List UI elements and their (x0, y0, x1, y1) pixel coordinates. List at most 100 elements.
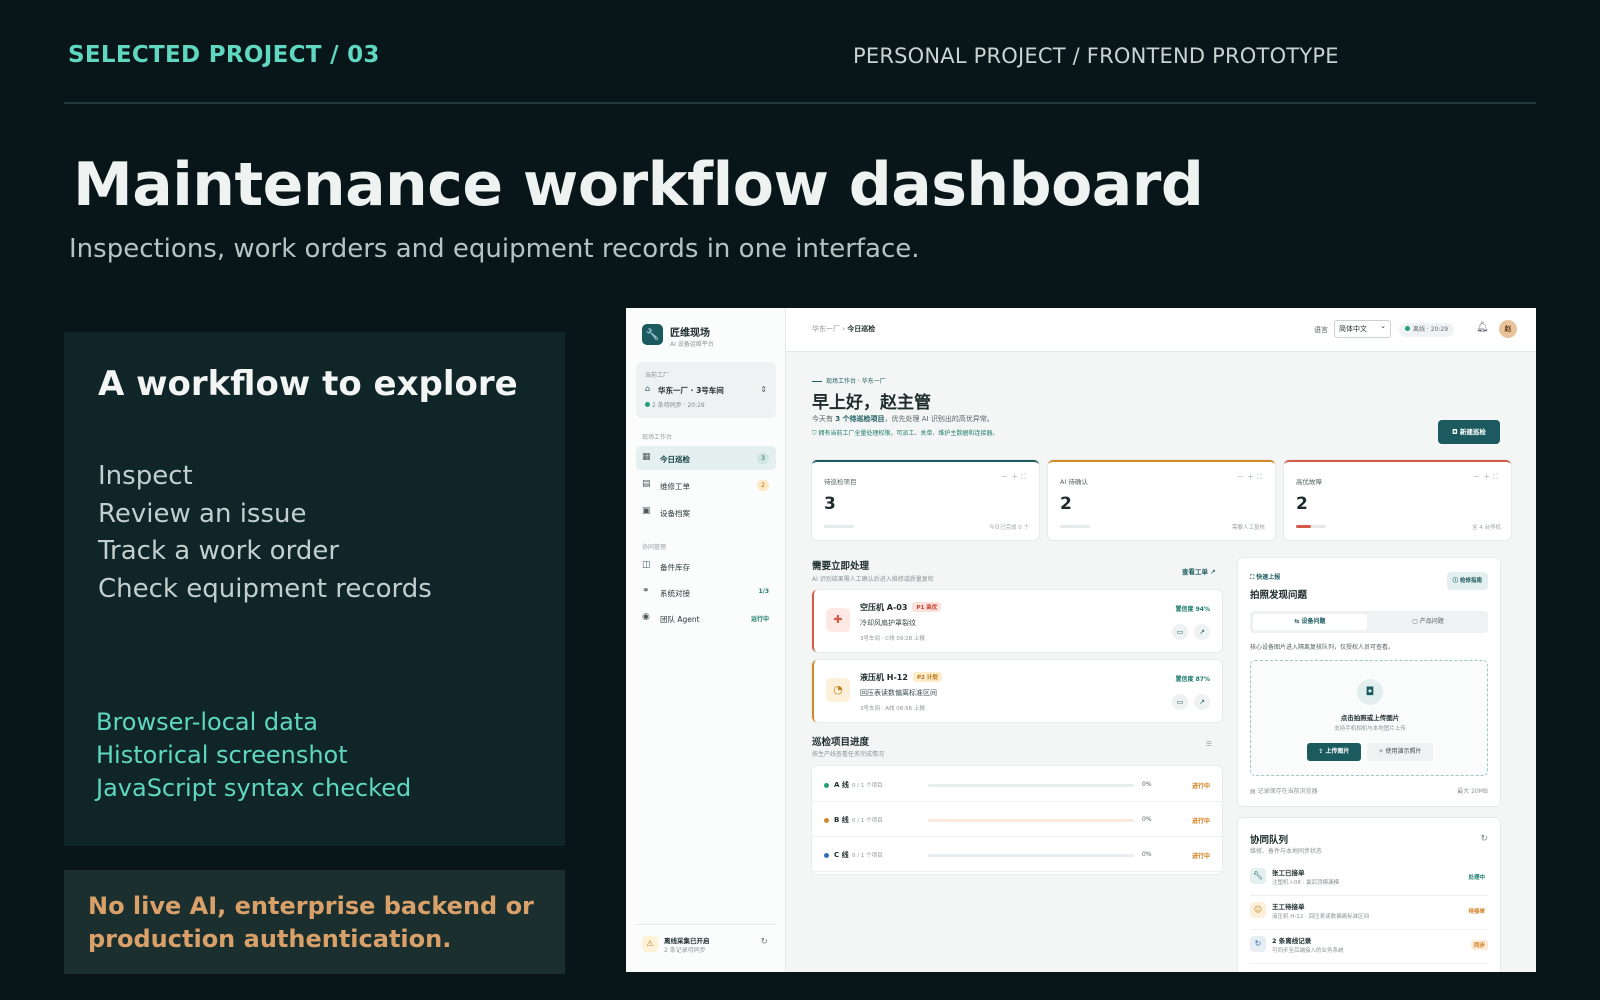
queue-item-title: 张工已接单 (1272, 869, 1305, 877)
refresh-icon[interactable]: ↻ (760, 937, 768, 947)
kpi-card[interactable]: AI 待确认 2 －＋⛶ 需要人工复核 (1048, 460, 1275, 540)
swap-icon: ⇆ (1294, 618, 1302, 625)
drop-title: 点击拍照或上传图片 (1340, 714, 1400, 722)
kpi-card[interactable]: 待巡检项目 3 －＋⛶ 今日已完成 0 个 (812, 460, 1039, 540)
view-workorders-link[interactable]: 查看工单 ↗ (1182, 566, 1216, 576)
sidebar-item-equipment[interactable]: ▣ 设备档案 (636, 500, 776, 524)
kpi-controls[interactable]: －＋⛶ (1001, 472, 1029, 482)
demo-photo-button[interactable]: ✧ 使用演示照片 (1367, 743, 1433, 761)
progress-row[interactable]: C 线0 / 1 个项目 0% 进行中 (812, 838, 1222, 872)
sync-icon: ↻ (1250, 936, 1266, 952)
chat-icon[interactable]: ▭ (1172, 624, 1188, 640)
queue-item[interactable]: 🔧︎ 张工已接单 注塑机 I-08 · 最后顶模漏模 处理中 (1250, 862, 1488, 896)
robot-icon: ◉ (642, 612, 650, 622)
kpi-footer: 今日已完成 0 个 (989, 525, 1029, 531)
language-select[interactable]: 简体中文 (1334, 320, 1391, 338)
progress-row[interactable]: B 线0 / 1 个项目 0% 进行中 (812, 803, 1222, 837)
upload-icon: ⇪ (1318, 748, 1326, 755)
cube-icon: ▣ (642, 506, 651, 516)
sidebar-item-integrations[interactable]: ⚭ 系统对接 1/3 (636, 580, 776, 604)
page-title: Maintenance workflow dashboard (73, 150, 1204, 220)
status-dot (1405, 326, 1410, 331)
upload-dropzone[interactable]: ◘ 点击拍照或上传图片 支持手机相机与本地图片上传 ⇪ 上传图片 ✧ 使用演示照… (1250, 660, 1488, 776)
guide-button[interactable]: ⓘ 检修指南 (1446, 572, 1488, 590)
storage-note: ▤ 记录保存在当前浏览器 (1250, 786, 1318, 795)
view-workorders-label: 查看工单 (1182, 568, 1208, 576)
bell-icon[interactable]: 🔔︎ (1476, 322, 1489, 333)
sidebar-item-label: 设备档案 (660, 509, 690, 518)
avatar[interactable]: 赵 (1499, 320, 1517, 338)
greeting-sub: 今天有 3 个待巡检项目，优先处理 AI 识别出的高优异常。 (812, 414, 994, 424)
kpi-card[interactable]: 高优故障 2 －＋⛶ 含 4 台停机 (1284, 460, 1511, 540)
kpi-controls[interactable]: －＋⛶ (1473, 472, 1501, 482)
queue-item-sub: 注塑机 I-08 · 最后顶模漏模 (1272, 880, 1340, 886)
chat-icon[interactable]: ▭ (1172, 694, 1188, 710)
collab-queue-panel: 协同队列 维修、备件与本地同步状态 ↻ 🔧︎ 张工已接单 注塑机 I-08 · 最后… (1238, 818, 1500, 972)
arrow-up-right-icon[interactable]: ↗ (1194, 624, 1210, 640)
sidebar-item-label: 团队 Agent (660, 615, 700, 624)
sidebar-item-agent[interactable]: ◉ 团队 Agent 运行中 (636, 606, 776, 630)
count-badge: 2 (757, 480, 769, 491)
tab-product[interactable]: ▢ 产品问题 (1371, 614, 1485, 630)
demo-photo-label: 使用演示照片 (1385, 748, 1422, 755)
workflow-step: Track a work order (98, 536, 340, 566)
priority-tag: P1 高优 (912, 602, 942, 612)
line-dot (824, 783, 829, 788)
kpi-controls[interactable]: －＋⛶ (1237, 472, 1265, 482)
line-name: C 线 (834, 851, 849, 859)
max-size: 最大 20MB (1457, 788, 1488, 795)
task-card[interactable]: ✚ 空压机 A-03 P1 高优 冷却风扇护罩裂纹 3号车间 · C线 09:28… (812, 590, 1222, 652)
user-icon: ☺ (1250, 902, 1266, 918)
sidebar-item-label: 维修工单 (660, 482, 690, 491)
factory-selector[interactable]: 当前工厂 ⌂ 华东一厂 · 3号车间 ⇕ 2 条待同步 · 20:29 (636, 362, 776, 418)
sidebar-item-inspection[interactable]: ▦ 今日巡检 3 (636, 446, 776, 470)
greeting-count: 3 个待巡检项目 (835, 415, 885, 423)
workflow-note: JavaScript syntax checked (96, 774, 412, 802)
workflow-step: Inspect (98, 461, 193, 491)
disclaimer-card: No live AI, enterprise backend or produc… (64, 870, 565, 974)
queue-sub: 维修、备件与本地同步状态 (1250, 848, 1323, 855)
kpi-progress (1296, 525, 1326, 528)
tab-equipment[interactable]: ⇆ 设备问题 (1253, 614, 1367, 630)
header-divider (64, 102, 1536, 104)
grid-icon: ▦ (642, 452, 651, 462)
greeting-post: ，优先处理 AI 识别出的高优异常。 (884, 415, 994, 423)
quick-label-text: 快速上报 (1256, 574, 1281, 581)
queue-title: 协同队列 (1250, 835, 1289, 846)
sidebar-item-parts[interactable]: ◫ 备件库存 (636, 554, 776, 578)
nav-section-label: 现场工作台 (642, 434, 673, 441)
arrow-up-right-icon[interactable]: ↗ (1194, 694, 1210, 710)
wifi-off-icon: ⚠ (642, 936, 658, 952)
cube-icon: ▢ (1412, 618, 1420, 625)
connection-text: 离线 · 20:29 (1413, 326, 1449, 333)
line-count: 0 / 1 个项目 (852, 853, 883, 859)
urgent-title: 需要立即处理 (812, 561, 870, 572)
factory-name: 华东一厂 · 3号车间 (658, 386, 724, 395)
breadcrumb-parent[interactable]: 华东一厂 (812, 325, 840, 333)
queue-item[interactable]: ☺ 王工待接单 液压机 H-12 · 回压表读数偏离标准区间 待接单 (1250, 896, 1488, 930)
line-percent: 0% (1142, 816, 1152, 823)
line-name: B 线 (834, 816, 849, 824)
nav-section-label: 协同管理 (642, 544, 667, 551)
app-brand: 匠维现场 (670, 328, 710, 339)
kpi-value: 2 (1060, 494, 1072, 514)
filter-icon[interactable]: ☰ (1206, 740, 1212, 748)
upload-button[interactable]: ⇪ 上传图片 (1307, 743, 1361, 761)
task-card[interactable]: ◔ 液压机 H-12 P2 计划 回压表读数偏离标准区间 3号车间 · A线 08… (812, 660, 1222, 722)
task-name: 液压机 H-12 P2 计划 (860, 672, 942, 683)
workflow-note: Browser-local data (96, 708, 318, 736)
line-status: 进行中 (1191, 853, 1210, 860)
task-name-text: 液压机 H-12 (860, 673, 908, 682)
clipboard-icon: ▤ (642, 479, 651, 489)
sidebar-item-workorders[interactable]: ▤ 维修工单 2 (636, 473, 776, 497)
line-progress-track (928, 819, 1134, 822)
chevron-updown-icon: ⇕ (760, 385, 767, 394)
queue-item[interactable]: ↻ 2 条离线记录 可同步至后端接入的业务系统 同步 (1250, 930, 1488, 964)
sync-title: 离线采集已开启 (664, 937, 710, 945)
progress-row[interactable]: A 线0 / 1 个项目 0% 进行中 (812, 768, 1222, 802)
refresh-icon[interactable]: ↻ (1480, 834, 1488, 844)
permission-text: 拥有当前工厂全量处理权限，可派工、关单、维护主数据和连接器。 (818, 430, 999, 437)
dashboard-screenshot: 🔧 匠维现场 AI 设备运维平台 当前工厂 ⌂ 华东一厂 · 3号车间 ⇕ 2 … (626, 308, 1536, 972)
new-inspection-button[interactable]: ◘ 新建巡检 (1438, 420, 1500, 444)
line-progress-track (928, 784, 1134, 787)
